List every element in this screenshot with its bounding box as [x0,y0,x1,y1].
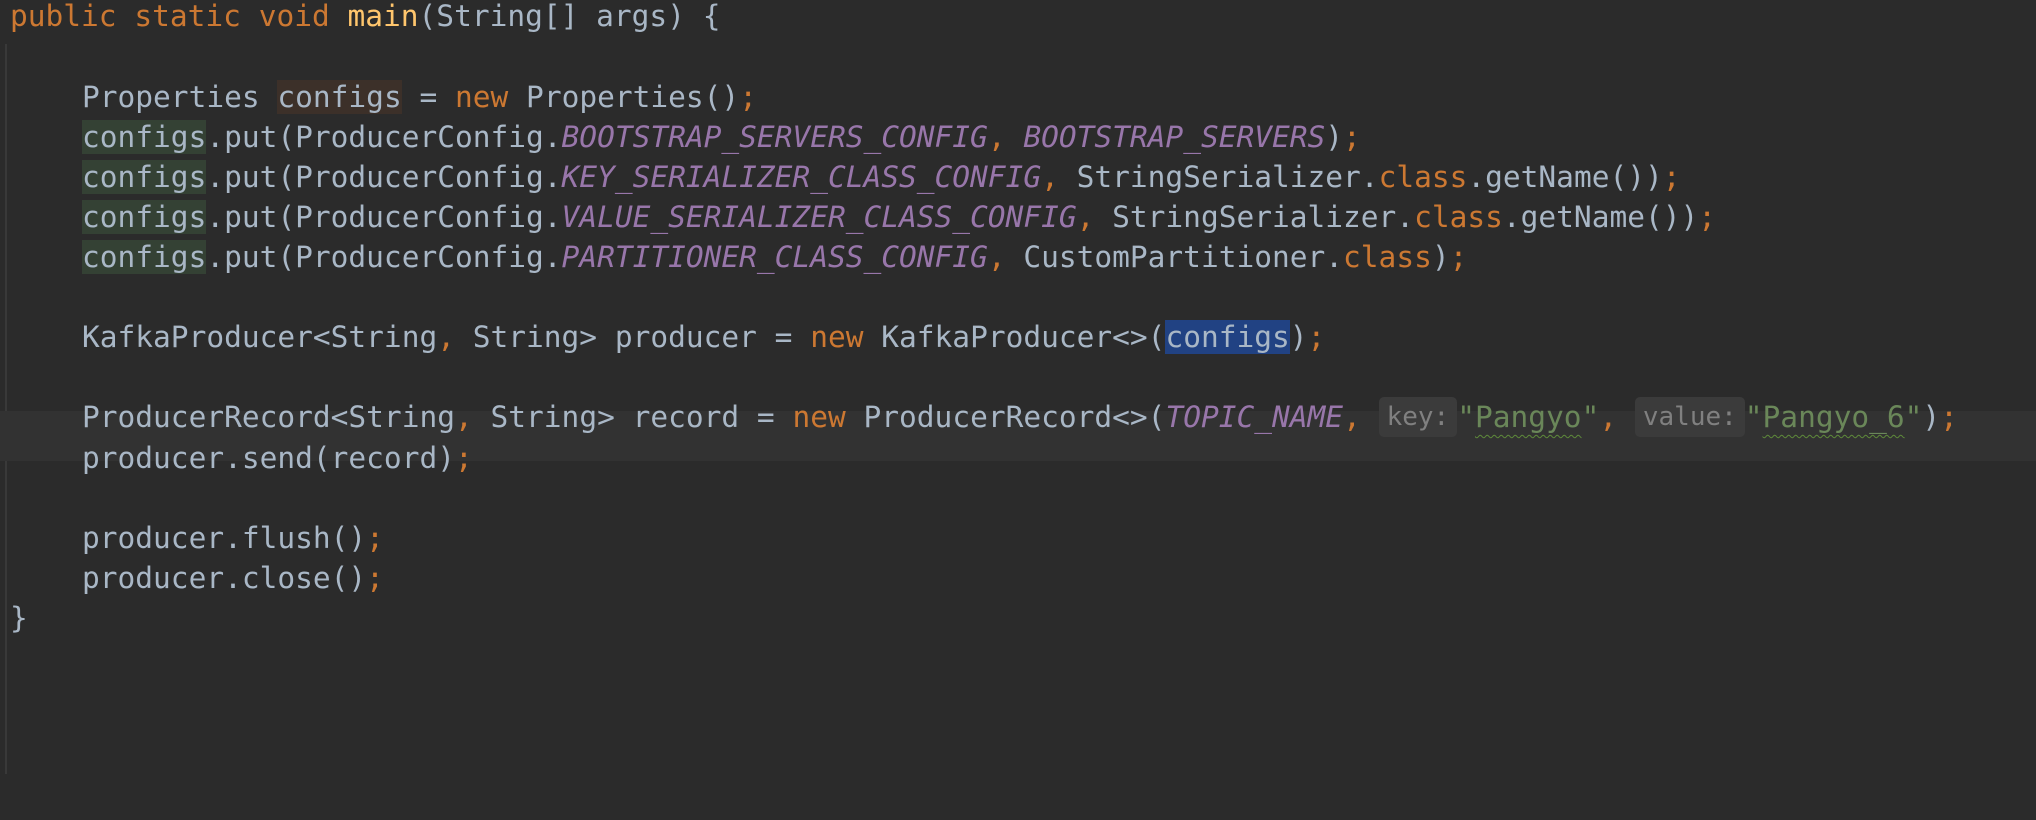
close-paren: ) [1922,400,1941,434]
comma: , [987,120,1006,154]
constant-value-serializer-class-config: VALUE_SERIALIZER_CLASS_CONFIG [561,200,1077,234]
variable-configs-selected[interactable]: configs [1165,320,1290,354]
param-hint-key: key: [1378,397,1458,437]
comma: , [454,400,473,434]
code-line-put-partitioner: configs.put(ProducerConfig.PARTITIONER_C… [82,231,1467,283]
put-call: .put(ProducerConfig. [206,120,562,154]
string-value: "Pangyo_6" [1744,400,1923,434]
param-hint-value: value: [1634,397,1745,437]
indent-guide [5,44,7,774]
comma: , [1076,200,1095,234]
send-call: producer.send(record) [82,441,455,475]
code-line-closing-brace: } [10,592,28,644]
put-call: .put(ProducerConfig. [206,200,562,234]
code-line-close: producer.close(); [82,552,384,604]
comma: , [1599,400,1618,434]
constant-topic-name: TOPIC_NAME [1165,400,1344,434]
get-name-call: .getName()) [1502,200,1699,234]
variable-configs-declaration[interactable]: configs [277,80,402,114]
constant-bootstrap-servers: BOOTSTRAP_SERVERS [1023,120,1326,154]
code-line-kafka-producer: KafkaProducer<String, String> producer =… [82,311,1325,363]
keyword-class: class [1414,200,1503,234]
close-paren: ) [1289,320,1308,354]
keyword-static: static [134,0,241,33]
keyword-new: new [455,80,509,114]
keyword-public: public [10,0,117,33]
type-producer-record: ProducerRecord<String [82,400,455,434]
get-name-call: .getName()) [1467,160,1663,194]
close-call: producer.close() [82,561,367,595]
type-properties: Properties [82,80,260,114]
constant-partitioner-class-config: PARTITIONER_CLASS_CONFIG [561,240,988,274]
semicolon: ; [739,80,757,114]
semicolon: ; [1662,160,1681,194]
close-paren: ) [1325,120,1344,154]
comma: , [437,320,455,354]
flush-call: producer.flush() [82,521,367,555]
variable-configs-usage[interactable]: configs [82,240,207,274]
assign-operator: = [401,80,455,114]
close-paren: ) [1431,240,1450,274]
semicolon: ; [366,521,384,555]
keyword-class: class [1343,240,1432,274]
method-name-main: main [347,0,419,33]
constructor-call: KafkaProducer<>( [863,320,1166,354]
semicolon: ; [1449,240,1468,274]
producer-decl: String> producer = [454,320,811,354]
semicolon: ; [1307,320,1326,354]
keyword-new: new [810,320,864,354]
keyword-void: void [258,0,330,33]
code-editor[interactable]: public static void main(String[] args) {… [0,0,2036,820]
semicolon: ; [1698,200,1717,234]
put-call: .put(ProducerConfig. [206,160,562,194]
type-kafka-producer: KafkaProducer<String [82,320,438,354]
code-line-send: producer.send(record); [82,432,473,484]
closing-brace: } [10,601,28,635]
variable-configs-usage[interactable]: configs [82,200,207,234]
keyword-new: new [792,400,846,434]
comma: , [987,240,1006,274]
semicolon: ; [454,441,473,475]
partitioner-class-ref: CustomPartitioner. [1005,240,1344,274]
constant-bootstrap-servers-config: BOOTSTRAP_SERVERS_CONFIG [561,120,988,154]
semicolon: ; [1343,120,1361,154]
constructor-call: ProducerRecord<>( [845,400,1166,434]
semicolon: ; [1940,400,1958,434]
comma: , [1343,400,1361,434]
serializer-class-ref: StringSerializer. [1094,200,1415,234]
constant-key-serializer-class-config: KEY_SERIALIZER_CLASS_CONFIG [561,160,1042,194]
put-call: .put(ProducerConfig. [206,240,562,274]
comma: , [1041,160,1059,194]
semicolon: ; [366,561,384,595]
record-decl: String> record = [472,400,793,434]
variable-configs-usage[interactable]: configs [82,160,207,194]
code-line-method-signature: public static void main(String[] args) { [10,0,720,42]
serializer-class-ref: StringSerializer. [1058,160,1379,194]
constructor-call: Properties() [508,80,740,114]
method-params: (String[] args) { [418,0,721,33]
keyword-class: class [1378,160,1468,194]
variable-configs-usage[interactable]: configs [82,120,207,154]
string-key: "Pangyo" [1457,400,1600,434]
